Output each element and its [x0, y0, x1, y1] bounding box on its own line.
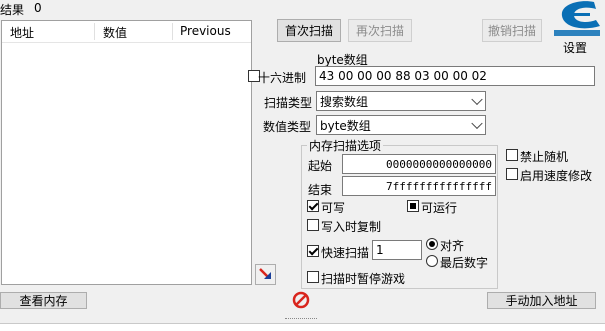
stop-label: 结束: [308, 183, 333, 197]
start-label: 起始: [308, 159, 333, 173]
copy-on-write-label: 写入时复制: [321, 220, 382, 234]
alignment-label: 对齐: [440, 239, 465, 253]
writable-label: 可写: [321, 201, 346, 215]
pause-game-label: 扫描时暂停游戏: [321, 272, 406, 286]
executable-label: 可运行: [421, 201, 458, 215]
disable-random-checkbox[interactable]: [506, 149, 518, 161]
chevron-down-icon: [471, 117, 483, 130]
found-list[interactable]: 地址 数值 Previous: [1, 20, 252, 285]
add-address-manually-button[interactable]: 手动加入地址: [487, 292, 596, 309]
enable-speedhack-checkbox[interactable]: [506, 168, 518, 180]
cheat-engine-logo-icon[interactable]: [550, 0, 605, 38]
scan-type-label: 扫描类型: [264, 96, 313, 110]
value-type-value: byte数组: [320, 118, 371, 133]
stop-icon[interactable]: [292, 291, 310, 309]
undo-scan-button[interactable]: 撤销扫描: [482, 19, 542, 42]
fast-scan-label: 快速扫描: [321, 246, 370, 260]
found-list-header: 地址 数值 Previous: [2, 21, 251, 43]
chevron-down-icon: [471, 93, 483, 106]
copy-to-address-list-button[interactable]: [255, 264, 276, 285]
value-input[interactable]: 43 00 00 00 88 03 00 00 02: [315, 66, 595, 86]
last-digits-label: 最后数字: [440, 256, 489, 270]
pause-game-checkbox[interactable]: [307, 271, 319, 283]
writable-checkbox[interactable]: [307, 200, 319, 212]
scan-type-select[interactable]: 搜索数组: [316, 91, 486, 111]
view-memory-button[interactable]: 查看内存: [0, 292, 87, 309]
splitter-grip[interactable]: [285, 318, 317, 322]
value-type-label: 数值类型: [263, 120, 312, 134]
column-divider: [94, 23, 95, 40]
results-label: 结果: [0, 3, 25, 17]
column-address[interactable]: 地址: [10, 24, 34, 41]
arrow-down-right-icon: [259, 268, 271, 279]
settings-label[interactable]: 设置: [563, 39, 587, 56]
alignment-radio[interactable]: [426, 238, 438, 250]
hex-label: 十六进制: [258, 71, 307, 85]
fast-scan-input[interactable]: 1: [372, 240, 422, 260]
next-scan-button[interactable]: 再次扫描: [348, 19, 412, 42]
enable-speedhack-label: 启用速度修改: [520, 169, 593, 183]
first-scan-button[interactable]: 首次扫描: [277, 19, 341, 42]
value-type-select[interactable]: byte数组: [316, 115, 486, 135]
start-address-input[interactable]: 0000000000000000: [342, 154, 496, 174]
results-count: 0: [34, 1, 42, 15]
last-digits-radio[interactable]: [426, 255, 438, 267]
scan-type-value: 搜索数组: [320, 94, 369, 109]
copy-on-write-checkbox[interactable]: [307, 219, 319, 231]
column-value[interactable]: 数值: [103, 24, 127, 41]
executable-checkbox[interactable]: [407, 200, 419, 212]
stop-address-input[interactable]: 7fffffffffffffff: [342, 176, 496, 196]
column-divider: [172, 23, 173, 40]
fast-scan-checkbox[interactable]: [307, 245, 319, 257]
column-previous[interactable]: Previous: [180, 24, 231, 38]
disable-random-label: 禁止随机: [520, 150, 569, 164]
memory-scan-options-title: 内存扫描选项: [307, 137, 384, 154]
